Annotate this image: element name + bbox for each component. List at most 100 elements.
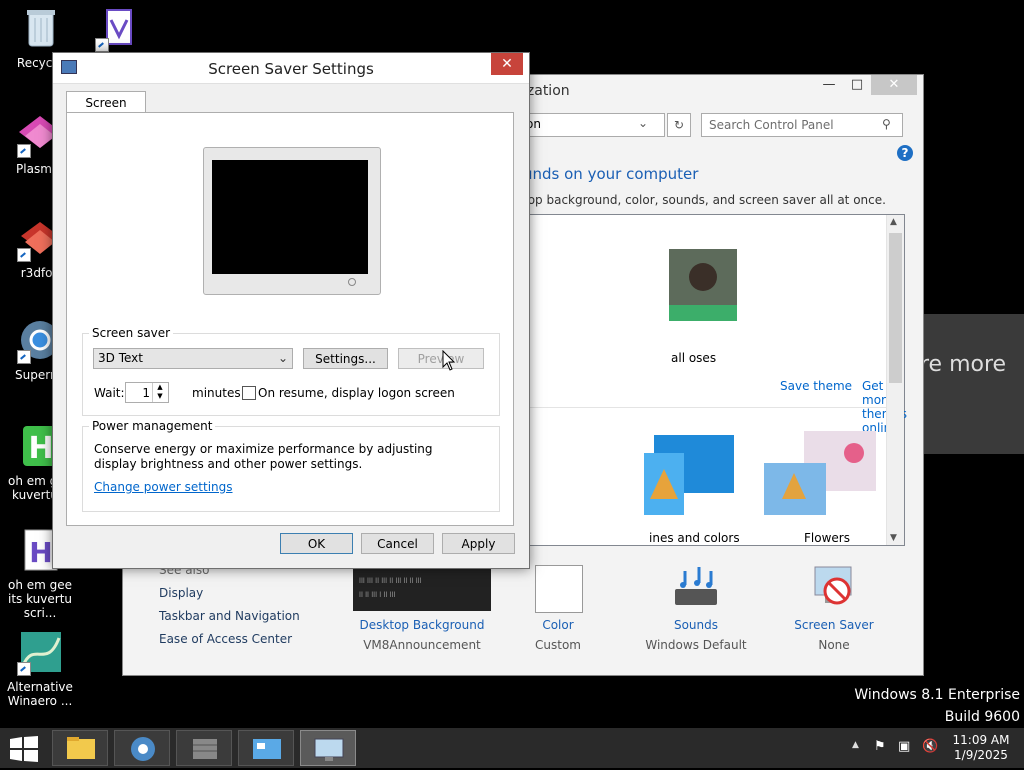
power-group-title: Power management xyxy=(89,419,216,433)
band-text: re more xyxy=(920,352,1007,377)
watermark-edition: Windows 8.1 Enterprise xyxy=(854,687,1020,703)
screen-saver-group-title: Screen saver xyxy=(89,326,174,340)
screen-saver-dialog[interactable]: Screen Saver Settings ✕ Screen Saver Scr… xyxy=(52,52,530,569)
desktop-background-link[interactable]: Desktop Background xyxy=(357,618,487,632)
divider xyxy=(514,407,886,408)
taskbar-control-panel[interactable] xyxy=(238,730,294,766)
search-icon[interactable]: ⚲ xyxy=(882,117,891,131)
watermark-build: Build 9600 xyxy=(944,709,1020,725)
spin-up-icon[interactable]: ▲ xyxy=(152,383,167,392)
preview-button[interactable]: Preview xyxy=(398,348,484,369)
scroll-down-icon[interactable]: ▼ xyxy=(890,533,897,543)
power-description: Conserve energy or maximize performance … xyxy=(94,442,433,471)
wait-label: Wait: xyxy=(94,386,125,400)
cp-subheading: top background, color, sounds, and scree… xyxy=(523,193,886,207)
screen-saver-value: None xyxy=(818,638,850,652)
sounds-link[interactable]: Sounds xyxy=(631,618,761,632)
taskbar: ▲ ⚑ ▣ 🔇 11:09 AM 1/9/2025 xyxy=(0,728,1024,768)
action-center-icon[interactable]: ⚑ xyxy=(874,739,886,754)
metro-band: re more xyxy=(920,314,1024,454)
taskbar-browser[interactable] xyxy=(114,730,170,766)
svg-text:ll ll lll l ll lll: ll ll lll l ll lll xyxy=(359,591,395,599)
desktop-background-value: VM8Announcement xyxy=(363,638,481,652)
clock-date: 1/9/2025 xyxy=(954,748,1008,762)
preview-screen xyxy=(212,160,368,274)
notepad-icon xyxy=(95,6,141,52)
change-power-settings-link[interactable]: Change power settings xyxy=(94,480,233,494)
shortcut-arrow-icon xyxy=(17,248,31,262)
svg-text:lll lll ll lll ll lll ll ll ll: lll lll ll lll ll lll ll ll lll xyxy=(359,577,422,585)
clock[interactable]: 11:09 AM 1/9/2025 xyxy=(946,733,1016,763)
close-button[interactable]: ✕ xyxy=(871,75,917,95)
cp-heading: unds on your computer xyxy=(523,165,699,183)
chevron-down-icon[interactable]: ⌄ xyxy=(638,116,648,130)
see-also-taskbar[interactable]: Taskbar and Navigation xyxy=(159,609,300,623)
desktop-background-thumbnail[interactable]: lll lll ll lll ll lll ll ll lll ll ll lll… xyxy=(353,569,491,611)
desktop-icon-label: oh em gee its kuvertu scri... xyxy=(7,578,73,620)
winaero-icon xyxy=(17,630,63,676)
mouse-cursor-icon xyxy=(442,349,456,375)
apply-button[interactable]: Apply xyxy=(442,533,515,554)
sounds-icon[interactable] xyxy=(671,563,721,611)
tab-panel: Screen saver 3D Text ⌄ Settings... Previ… xyxy=(66,112,514,526)
svg-text:H: H xyxy=(28,431,53,466)
search-placeholder: Search Control Panel xyxy=(709,118,834,132)
taskbar-app[interactable] xyxy=(176,730,232,766)
scroll-up-icon[interactable]: ▲ xyxy=(890,217,897,227)
start-button[interactable] xyxy=(10,736,38,762)
screen-saver-link[interactable]: Screen Saver xyxy=(769,618,899,632)
resume-checkbox[interactable] xyxy=(242,386,256,400)
chevron-down-icon: ⌄ xyxy=(277,351,288,365)
see-also-ease[interactable]: Ease of Access Center xyxy=(159,632,292,646)
theme-flowers[interactable] xyxy=(764,429,884,519)
see-also-display[interactable]: Display xyxy=(159,586,203,600)
network-icon[interactable]: ▣ xyxy=(898,739,910,754)
tab-screen-saver[interactable]: Screen Saver xyxy=(66,91,146,132)
selected-saver: 3D Text xyxy=(98,351,143,365)
settings-button[interactable]: Settings... xyxy=(303,348,388,369)
theme-list[interactable]: all oses Save theme Get more themes onli… xyxy=(513,214,907,546)
desktop-icon-winaero[interactable]: Alternative Winaero ... xyxy=(0,630,80,708)
desktop-icon-notes[interactable] xyxy=(78,6,158,56)
dialog-titlebar[interactable]: Screen Saver Settings ✕ xyxy=(53,53,529,84)
volume-muted-icon[interactable]: 🔇 xyxy=(922,739,938,754)
wait-value: 1 xyxy=(142,386,150,400)
theme-thumbnail[interactable] xyxy=(669,249,737,321)
save-theme-link[interactable]: Save theme xyxy=(780,379,852,393)
resume-label: On resume, display logon screen xyxy=(258,386,455,400)
monitor-preview xyxy=(203,147,381,295)
shortcut-arrow-icon xyxy=(17,144,31,158)
taskbar-screen-saver[interactable] xyxy=(300,730,356,766)
shortcut-arrow-icon xyxy=(17,350,31,364)
color-value: Custom xyxy=(535,638,581,652)
taskbar-file-explorer[interactable] xyxy=(52,730,108,766)
theme-label: Flowers xyxy=(804,531,850,545)
cancel-button[interactable]: Cancel xyxy=(361,533,434,554)
windows-watermark: Windows 8.1 Enterprise Build 9600 xyxy=(820,684,1020,728)
theme-name: all oses xyxy=(671,351,717,365)
maximize-button[interactable]: □ xyxy=(843,75,871,95)
spin-down-icon[interactable]: ▼ xyxy=(152,392,167,402)
screen-saver-icon[interactable] xyxy=(809,563,859,611)
screen-saver-select[interactable]: 3D Text ⌄ xyxy=(93,348,293,369)
clock-time: 11:09 AM xyxy=(952,733,1010,747)
scroll-thumb[interactable] xyxy=(889,233,902,383)
refresh-icon[interactable]: ↻ xyxy=(667,113,691,137)
shortcut-arrow-icon xyxy=(17,662,31,676)
color-swatch[interactable] xyxy=(535,565,583,613)
color-link[interactable]: Color xyxy=(493,618,623,632)
help-icon[interactable]: ? xyxy=(897,145,913,161)
dialog-title: Screen Saver Settings xyxy=(208,60,374,78)
scrollbar[interactable]: ▲ ▼ xyxy=(886,215,904,545)
address-bar[interactable]: tion ⌄ xyxy=(513,113,665,137)
ok-button[interactable]: OK xyxy=(280,533,353,554)
power-led-icon xyxy=(348,278,356,286)
svg-text:H: H xyxy=(29,536,52,569)
search-input[interactable]: Search Control Panel ⚲ xyxy=(701,113,903,137)
wait-spinner[interactable]: 1 ▲ ▼ xyxy=(125,382,169,403)
show-hidden-icons[interactable]: ▲ xyxy=(852,740,859,750)
theme-lines-colors[interactable] xyxy=(644,429,744,519)
minimize-button[interactable]: — xyxy=(815,75,843,95)
minutes-label: minutes xyxy=(192,386,241,400)
dialog-close-button[interactable]: ✕ xyxy=(491,53,523,75)
